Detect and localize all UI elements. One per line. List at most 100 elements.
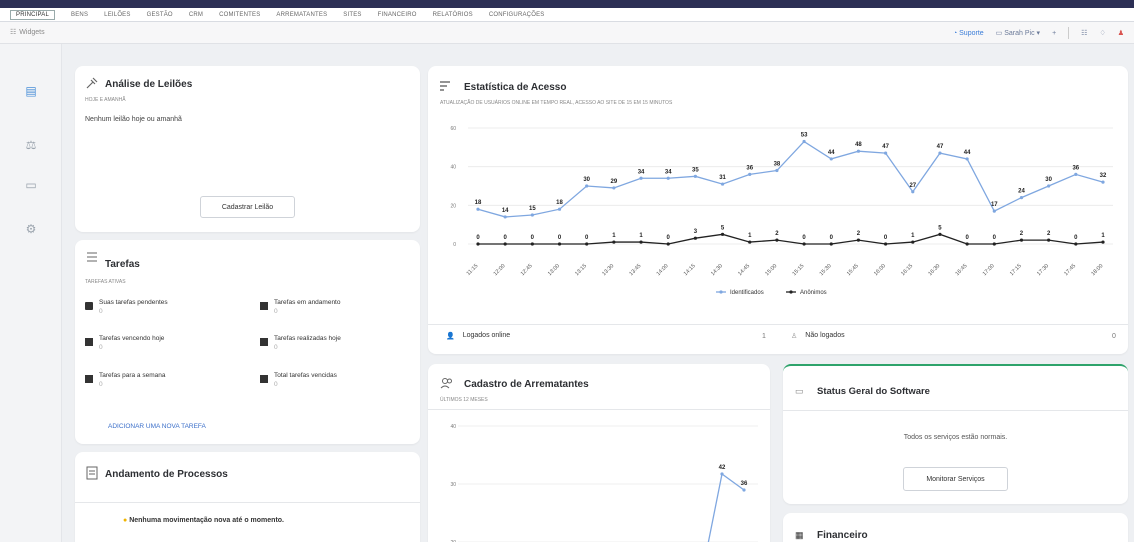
x-tick-label: 17:45 <box>1063 263 1077 277</box>
data-label: 53 <box>801 133 808 139</box>
calendar-icon <box>260 302 268 310</box>
task-in-progress[interactable]: Tarefas em andamento 0 <box>260 299 340 315</box>
monitor-services-button[interactable]: Monitorar Serviços <box>903 467 1008 491</box>
data-label: 0 <box>531 235 535 241</box>
data-point <box>938 151 942 155</box>
register-auction-button[interactable]: Cadastrar Leilão <box>200 196 295 218</box>
data-label: 24 <box>1018 189 1025 195</box>
data-point <box>1047 238 1051 242</box>
data-point <box>585 184 589 188</box>
data-point <box>585 242 589 246</box>
data-point <box>720 232 725 236</box>
bidders-title: Cadastro de Arrematantes <box>464 379 589 390</box>
menu-item-10[interactable]: CONFIGURAÇÕES <box>489 12 545 18</box>
data-label: 18 <box>475 200 482 206</box>
menu-item-0[interactable]: PRINCIPAL <box>10 9 56 20</box>
data-label: 1 <box>639 233 643 239</box>
widgets-toggle[interactable]: ☷ Widgets <box>10 28 45 37</box>
processes-divider <box>75 502 420 503</box>
data-point <box>693 236 697 240</box>
calendar-icon <box>85 338 93 346</box>
data-label: 1 <box>1101 233 1105 239</box>
data-point <box>992 209 996 213</box>
menu-item-2[interactable]: LEILÕES <box>104 12 130 18</box>
menu-item-7[interactable]: SITES <box>343 12 361 18</box>
auctions-title: Análise de Leilões <box>105 79 193 90</box>
data-point <box>856 238 861 242</box>
processes-card: Andamento de Processos ● Nenhuma movimen… <box>75 452 420 542</box>
data-point <box>557 242 562 246</box>
not-logged-label: Não logados <box>805 332 845 339</box>
data-label: 0 <box>802 235 806 241</box>
menu-item-1[interactable]: BENS <box>71 12 88 18</box>
user-menu[interactable]: ▭ Sarah Pic ▾ <box>996 29 1040 37</box>
processes-message-text: Nenhuma movimentação nova até o momento. <box>129 517 284 524</box>
logged-online-label: Logados online <box>462 332 511 339</box>
x-tick-label: 17:00 <box>982 263 996 277</box>
legend-marker <box>719 290 723 294</box>
data-point <box>1047 184 1051 188</box>
data-label: 15 <box>529 206 536 212</box>
data-label: 47 <box>882 144 889 150</box>
data-label: 31 <box>719 175 726 181</box>
auction-icon[interactable]: ⚖ <box>22 136 40 154</box>
avatar-icon[interactable]: ♟ <box>1118 29 1124 37</box>
data-point <box>666 242 670 246</box>
task-count: 0 <box>99 308 103 315</box>
dashboard-icon[interactable]: ▤ <box>22 82 40 100</box>
gavel-icon <box>86 77 98 89</box>
data-point <box>612 186 616 190</box>
legend-label: Identificados <box>730 290 764 296</box>
bidders-divider <box>428 409 770 410</box>
monitor-icon: ▭ <box>795 386 804 396</box>
access-stats-chart: 020406011:15 12:00 12:45 13:00 13:15 13:30 13:… <box>450 126 1113 296</box>
data-point <box>775 168 779 173</box>
logged-online-value: 1 <box>762 333 766 340</box>
task-done-today[interactable]: Tarefas realizadas hoje 0 <box>260 335 341 351</box>
data-label: 18 <box>556 200 563 206</box>
x-tick-label: 16:45 <box>955 263 969 277</box>
data-point <box>476 207 480 211</box>
menu-item-3[interactable]: GESTÃO <box>147 12 173 18</box>
x-tick-label: 16:30 <box>927 263 941 277</box>
x-tick-label: 14:45 <box>737 263 751 277</box>
task-week[interactable]: Tarefas para a semana 0 <box>85 372 165 388</box>
menu-item-6[interactable]: ARREMATANTES <box>276 12 327 18</box>
data-label: 1 <box>612 233 616 239</box>
support-link[interactable]: ◔ Suporte <box>953 30 984 37</box>
add-task-link[interactable]: ADICIONAR UMA NOVA TAREFA <box>108 423 206 430</box>
task-pending[interactable]: Suas tarefas pendentes 0 <box>85 299 168 315</box>
y-tick-label: 60 <box>450 126 456 132</box>
software-status-message: Todos os serviços estão normais. <box>903 434 1008 441</box>
data-point <box>612 240 616 244</box>
x-tick-label: 14:30 <box>710 263 724 277</box>
users-icon <box>440 378 452 389</box>
folder-icon[interactable]: ▭ <box>22 176 40 194</box>
data-point <box>748 172 752 176</box>
menu-item-4[interactable]: CRM <box>189 12 203 18</box>
x-tick-label: 13:15 <box>574 263 588 277</box>
toolbar-divider <box>1068 27 1070 39</box>
menu-item-9[interactable]: RELATÓRIOS <box>433 12 473 18</box>
settings-icon[interactable]: ⚙ <box>22 220 40 238</box>
menu-item-5[interactable]: COMITENTES <box>219 12 260 18</box>
data-label: 5 <box>721 225 725 231</box>
data-label: 2 <box>1047 231 1051 237</box>
x-tick-label: 18:00 <box>1090 263 1104 277</box>
data-point <box>829 242 833 246</box>
grid-icon: ☷ <box>10 29 17 36</box>
grid-menu-icon[interactable]: ☷ <box>1081 29 1087 37</box>
task-overdue[interactable]: Total tarefas vencidas 0 <box>260 372 337 388</box>
add-icon[interactable]: + <box>1052 30 1056 37</box>
data-point <box>557 207 562 211</box>
bidders-card: Cadastro de Arrematantes ÚLTIMOS 12 MESE… <box>428 364 770 542</box>
menu-item-8[interactable]: FINANCEIRO <box>378 12 417 18</box>
data-label: 36 <box>1072 165 1079 171</box>
task-due-today[interactable]: Tarefas vencendo hoje 0 <box>85 335 164 351</box>
data-label: 2 <box>857 231 861 237</box>
y-tick-label: 30 <box>450 482 456 488</box>
data-point <box>666 176 670 180</box>
data-label: 0 <box>504 235 508 241</box>
bell-icon[interactable]: ♢ <box>1099 29 1105 37</box>
data-label: 1 <box>911 233 915 239</box>
